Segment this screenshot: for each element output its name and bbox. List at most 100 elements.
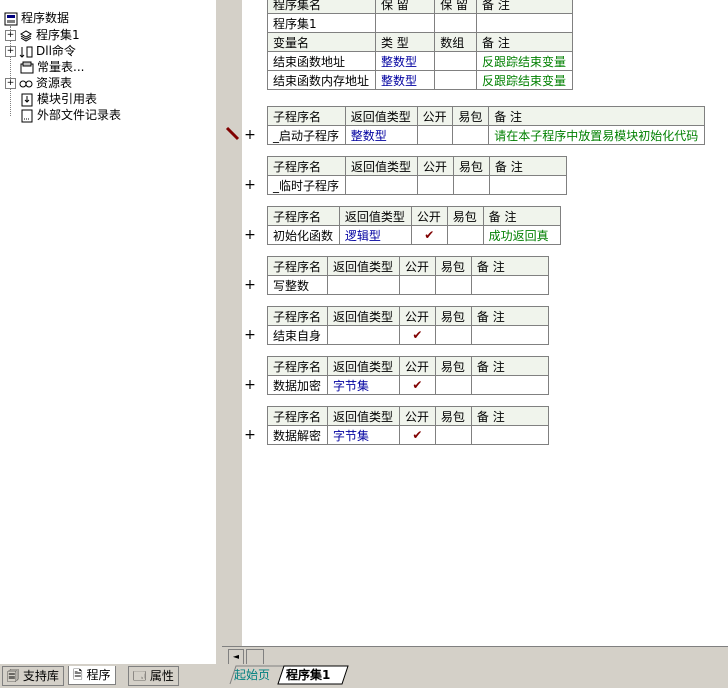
header-cell: 备 注 [488,156,568,176]
header-cell: 子程序名 [267,356,328,376]
sub-name-cell[interactable]: _启动子程序 [267,125,346,145]
var-note-cell[interactable]: 反跟踪结束变量 [476,70,573,90]
sub-public-cell[interactable] [416,125,454,145]
tab-assembly1[interactable]: 程序集1 [280,666,336,684]
header-cell: 返回值类型 [326,406,400,426]
sub-easy-cell[interactable] [452,175,490,195]
expand-sub-button[interactable]: + [244,227,256,243]
sub-note-cell[interactable] [470,425,550,445]
sub-return-type-cell[interactable] [344,175,418,195]
sub-return-type-cell[interactable]: 整数型 [344,125,418,145]
tree-root[interactable]: 程序数据 [4,10,69,26]
editor-gutter [222,0,242,646]
sub-note-cell[interactable] [470,325,550,345]
sub-name-cell[interactable]: _临时子程序 [267,175,346,195]
stack-icon [19,29,33,43]
sub-note-cell[interactable] [488,175,568,195]
table-header-row: 子程序名 返回值类型 公开 易包 备 注 [267,306,550,326]
var-array-cell[interactable] [434,51,478,71]
header-cell: 返回值类型 [344,156,418,176]
expand-icon[interactable]: + [5,46,16,57]
table-row[interactable]: 写整数 [267,275,550,295]
sub-easy-cell[interactable] [434,375,472,395]
expand-sub-button[interactable]: + [244,127,256,143]
header-cell: 返回值类型 [326,306,400,326]
header-cell: 备 注 [470,356,550,376]
tab-program[interactable]: 🗎 程序 [68,666,116,685]
expand-sub-button[interactable]: + [244,277,256,293]
header-cell: 公开 [416,106,454,126]
sub-easy-cell[interactable] [446,225,484,245]
code-editor[interactable]: 程序集名 保 留 保 留 备 注 程序集1 变量名 类 型 数组 备 注 结束函… [222,0,728,646]
sub-note-cell[interactable]: 请在本子程序中放置易模块初始化代码 [488,125,705,145]
expand-sub-button[interactable]: + [244,177,256,193]
cell[interactable] [476,13,573,33]
table-row[interactable]: 结束自身 ✔ [267,325,550,345]
sub-return-type-cell[interactable] [326,275,400,295]
tree-item-constants[interactable]: 常量表... [20,59,84,75]
header-cell: 公开 [398,256,436,276]
table-row[interactable]: 结束函数地址 整数型 反跟踪结束变量 [267,51,573,71]
scroll-thumb[interactable] [246,649,264,665]
tree-item-module-ref[interactable]: 模块引用表 [20,91,97,107]
expand-sub-button[interactable]: + [244,377,256,393]
expand-sub-button[interactable]: + [244,427,256,443]
sub-easy-cell[interactable] [434,275,472,295]
sub-name-cell[interactable]: 初始化函数 [267,225,340,245]
tab-properties[interactable]: 🗔 属性 [128,666,179,686]
expand-icon[interactable]: + [5,78,16,89]
tab-support-library[interactable]: 🗐 支持库 [2,666,64,686]
var-array-cell[interactable] [434,70,478,90]
scroll-left-arrow-icon[interactable]: ◄ [228,649,244,665]
sub-note-cell[interactable] [470,375,550,395]
sub-note-cell[interactable] [470,275,550,295]
editor-horizontal-scrollbar[interactable]: ◄ [222,646,728,665]
expand-sub-button[interactable]: + [244,327,256,343]
var-name-cell[interactable]: 结束函数地址 [267,51,376,71]
var-type-cell[interactable]: 整数型 [374,51,436,71]
sub-public-cell[interactable] [398,275,436,295]
sub-public-cell[interactable] [416,175,454,195]
table-row[interactable]: 初始化函数 逻辑型 ✔ 成功返回真 [267,225,562,245]
sub-public-cell[interactable]: ✔ [398,325,436,345]
table-row[interactable]: 结束函数内存地址 整数型 反跟踪结束变量 [267,70,573,90]
var-type-cell[interactable]: 整数型 [374,70,436,90]
table-row[interactable]: 数据解密 字节集 ✔ [267,425,550,445]
tree-item-label: 外部文件记录表 [37,108,122,122]
sub-return-type-cell[interactable]: 字节集 [326,375,400,395]
sub-return-type-cell[interactable]: 逻辑型 [338,225,412,245]
table-row[interactable]: _临时子程序 [267,175,568,195]
sub-name-cell[interactable]: 写整数 [267,275,328,295]
table-header-row: 子程序名 返回值类型 公开 易包 备 注 [267,156,568,176]
sub-name-cell[interactable]: 数据加密 [267,375,328,395]
document-tabs: 起始页 程序集1 [222,664,728,688]
table-row[interactable]: _启动子程序 整数型 请在本子程序中放置易模块初始化代码 [267,125,705,145]
var-note-cell[interactable]: 反跟踪结束变量 [476,51,573,71]
sub-public-cell[interactable]: ✔ [398,425,436,445]
sub-return-type-cell[interactable]: 字节集 [326,425,400,445]
tree-item-assembly[interactable]: + 程序集1 [5,27,80,43]
sub-easy-cell[interactable] [452,125,490,145]
table-row[interactable]: 数据加密 字节集 ✔ [267,375,550,395]
tree-item-file-record[interactable]: 外部文件记录表 [20,107,121,123]
header-cell: 备 注 [476,32,573,52]
sub-return-type-cell[interactable] [326,325,400,345]
assembly-name-cell[interactable]: 程序集1 [267,13,376,33]
sub-public-cell[interactable]: ✔ [410,225,448,245]
expand-icon[interactable]: + [5,30,16,41]
sub-name-cell[interactable]: 数据解密 [267,425,328,445]
var-name-cell[interactable]: 结束函数内存地址 [267,70,376,90]
sub-easy-cell[interactable] [434,425,472,445]
sub-name-cell[interactable]: 结束自身 [267,325,328,345]
header-cell: 易包 [452,106,490,126]
tab-start-page[interactable]: 起始页 [228,666,276,684]
sub-note-cell[interactable]: 成功返回真 [482,225,562,245]
cell[interactable] [434,13,478,33]
subroutine-table: 子程序名 返回值类型 公开 易包 备 注 初始化函数 逻辑型 ✔ 成功返回真 [267,206,562,245]
cell[interactable] [374,13,436,33]
tree-item-resources[interactable]: + 资源表 [5,75,72,91]
sub-public-cell[interactable]: ✔ [398,375,436,395]
table-row[interactable]: 程序集1 [267,13,573,33]
tree-item-dll[interactable]: + Dll命令 [5,43,76,59]
sub-easy-cell[interactable] [434,325,472,345]
